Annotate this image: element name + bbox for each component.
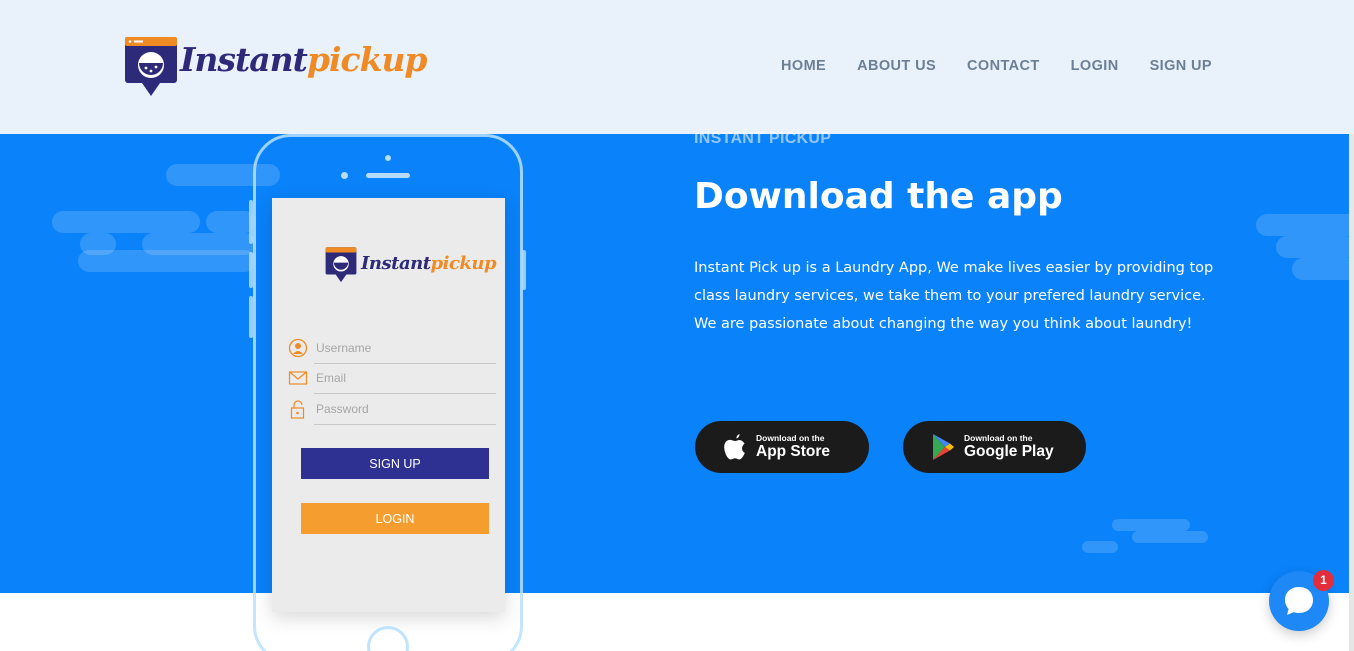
google-play-small-text: Download on the [964,433,1033,443]
nav-contact[interactable]: CONTACT [967,58,1040,74]
chat-notification-badge: 1 [1313,570,1334,591]
field-underline [314,393,496,394]
hero-description: Instant Pick up is a Laundry App, We mak… [694,260,1214,332]
password-field[interactable]: Password [288,399,496,425]
app-store-label: App Store [756,443,831,460]
brand-wordmark: Instantpickup [180,40,428,79]
phone-screen: Instantpickup Username Email Password SI… [272,198,505,612]
phone-login-button[interactable]: LOGIN [301,503,489,534]
phone-speaker [366,173,410,178]
nav-login[interactable]: LOGIN [1071,58,1119,74]
email-field[interactable]: Email [288,368,496,394]
phone-signup-button[interactable]: SIGN UP [301,448,489,479]
brand-logo[interactable]: Instantpickup [124,36,428,98]
google-play-button[interactable]: Download on the Google Play [903,421,1086,473]
phone-side-button [522,250,526,290]
cloud-decoration [1112,519,1190,531]
phone-logo-part1: Instant [361,253,431,274]
phone-side-button [249,200,253,244]
user-icon [288,338,308,358]
field-underline [314,363,496,364]
cloud-decoration [1292,258,1349,280]
nav-sign-up[interactable]: SIGN UP [1150,58,1212,74]
hero-eyebrow: INSTANT PICKUP [694,130,832,147]
site-header: Instantpickup HOME ABOUT US CONTACT LOGI… [0,0,1354,134]
cloud-decoration [1132,531,1208,543]
cloud-decoration [1082,541,1118,553]
apple-icon [724,434,745,460]
google-play-label: Google Play [964,443,1054,460]
field-underline [314,424,496,425]
lock-icon [290,400,305,419]
hero-title: Download the app [694,176,1063,217]
main-nav: HOME ABOUT US CONTACT LOGIN SIGN UP [781,58,1212,74]
nav-about-us[interactable]: ABOUT US [857,58,936,74]
brand-name-part1: Instant [180,40,308,79]
laundry-logo-icon [125,37,177,96]
username-placeholder: Username [316,341,372,355]
phone-side-button [249,296,253,338]
phone-side-button [249,252,253,288]
cloud-decoration [1276,236,1349,258]
phone-logo-part2: pickup [430,253,497,274]
mail-icon [288,371,308,385]
phone-sensor [341,172,348,179]
page-scrollbar[interactable] [1349,134,1354,651]
phone-brand-wordmark: Instantpickup [361,253,497,274]
google-play-icon [933,434,954,460]
brand-name-part2: pickup [306,40,428,79]
app-store-button[interactable]: Download on the App Store [695,421,869,473]
cloud-decoration [52,211,200,233]
email-placeholder: Email [316,371,347,385]
cloud-decoration [1256,214,1349,236]
nav-home[interactable]: HOME [781,58,826,74]
username-field[interactable]: Username [288,338,496,364]
download-hero [0,134,1349,593]
laundry-logo-icon [325,247,357,283]
cloud-decoration [78,250,256,272]
app-store-small-text: Download on the [756,433,825,443]
phone-camera [385,155,391,161]
password-placeholder: Password [316,402,369,416]
